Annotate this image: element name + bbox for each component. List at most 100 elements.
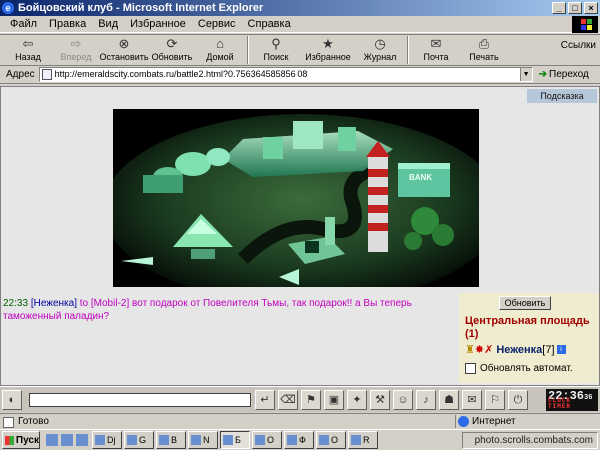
chat-input[interactable] <box>29 392 251 407</box>
task-button[interactable]: O <box>252 431 282 449</box>
eraser-icon[interactable]: ⌫ <box>278 389 298 410</box>
windows-flag-icon <box>5 435 14 445</box>
auto-refresh-toggle[interactable]: Обновлять автомат. <box>465 363 573 374</box>
maximize-button[interactable]: □ <box>568 2 582 14</box>
menu-tools[interactable]: Сервис <box>192 18 242 30</box>
task-button[interactable]: N <box>188 431 218 449</box>
clock-timer: 22:3636 CLOCK TIMER <box>546 389 598 411</box>
page-icon <box>41 69 52 80</box>
flag-icon[interactable]: ⚐ <box>485 389 505 410</box>
task-button[interactable]: R <box>348 431 378 449</box>
standard-toolbar: ⇦ Назад ⇨ Вперед ⊗ Остановить ⟳ Обновить ⌂ До… <box>0 34 600 66</box>
task-button[interactable]: G <box>124 431 154 449</box>
window-title: Бойцовский клуб - Microsoft Internet Exp… <box>18 2 264 14</box>
task-button[interactable]: B <box>156 431 186 449</box>
title-bar: e Бойцовский клуб - Microsoft Internet E… <box>0 0 600 16</box>
task-icon <box>319 435 329 445</box>
go-arrow-icon: ➔ <box>538 69 548 80</box>
search-icon: ⚲ <box>271 36 281 51</box>
address-input[interactable]: http://emeraldscity.combats.ru/battle2.h… <box>38 67 533 82</box>
history-button[interactable]: ◷ Журнал <box>356 35 404 65</box>
favorites-folder-icon: ★ <box>322 36 334 51</box>
home-icon: ⌂ <box>216 36 224 51</box>
page-done-icon <box>3 416 14 428</box>
online-user-name[interactable]: Неженка <box>496 344 542 356</box>
tools-icon[interactable]: ⚒ <box>370 389 390 410</box>
auto-refresh-checkbox[interactable] <box>465 363 476 374</box>
chat-channel-icon[interactable]: ▣ <box>324 389 344 410</box>
chat-recipient[interactable]: [Mobil-2] <box>91 298 129 309</box>
browser-window: e Бойцовский клуб - Microsoft Internet E… <box>0 0 600 450</box>
task-button[interactable]: O <box>316 431 346 449</box>
menu-file[interactable]: Файл <box>4 18 43 30</box>
back-arrow-icon: ⇦ <box>22 36 34 51</box>
quick-launch-desktop-icon[interactable] <box>61 434 73 446</box>
task-icon <box>159 435 169 445</box>
menu-edit[interactable]: Правка <box>43 18 92 30</box>
clock-label: CLOCK TIMER <box>548 397 572 410</box>
filter-icon[interactable]: ⚑ <box>301 389 321 410</box>
search-button[interactable]: ⚲ Поиск <box>252 35 300 65</box>
clan-icon: ♜ <box>465 344 475 356</box>
mail-icon: ✉ <box>430 36 442 51</box>
taskbar: Пуск Dj G B N Б O Ф O R photo.scrolls.co… <box>0 429 600 450</box>
person-icon[interactable]: ☗ <box>439 389 459 410</box>
online-user-row: ♜ ✸ ✗ Неженка [7] i <box>465 343 566 356</box>
bell-icon[interactable]: ♪ <box>416 389 436 410</box>
chat-mode-icon[interactable]: ◐ <box>2 389 22 410</box>
go-button[interactable]: ➔ Переход <box>539 69 589 80</box>
favorites-button[interactable]: ★ Избранное <box>300 35 356 65</box>
menu-help[interactable]: Справка <box>242 18 297 30</box>
map-icon[interactable]: ✉ <box>462 389 482 410</box>
refresh-button[interactable]: ⟳ Обновить <box>148 35 196 65</box>
refresh-icon: ⟳ <box>166 36 178 51</box>
ie-icon: e <box>2 2 14 14</box>
online-user-level: [7] <box>542 343 555 356</box>
windows-logo <box>572 16 598 33</box>
info-icon[interactable]: i <box>556 345 566 354</box>
home-button[interactable]: ⌂ Домой <box>196 35 244 65</box>
printer-icon: ⎙ <box>478 36 490 51</box>
quick-launch-outlook-icon[interactable] <box>76 434 88 446</box>
menu-bar: Файл Правка Вид Избранное Сервис Справка <box>0 16 600 33</box>
minimize-button[interactable]: _ <box>552 2 566 14</box>
task-icon <box>127 435 137 445</box>
bank-sign: BANK <box>409 173 432 182</box>
mail-button[interactable]: ✉ Почта <box>412 35 460 65</box>
zone-text: Интернет <box>472 415 516 427</box>
chat-to-word: to <box>79 298 89 309</box>
back-button[interactable]: ⇦ Назад <box>4 35 52 65</box>
stop-icon: ⊗ <box>118 36 130 51</box>
task-icon <box>255 435 265 445</box>
stop-button[interactable]: ⊗ Остановить <box>99 35 148 65</box>
print-button[interactable]: ⎙ Печать <box>460 35 508 65</box>
status-text: Готово <box>18 415 49 427</box>
task-icon <box>95 435 105 445</box>
menu-view[interactable]: Вид <box>92 18 124 30</box>
auto-refresh-label: Обновлять автомат. <box>480 363 573 374</box>
task-button[interactable]: Ф <box>284 431 314 449</box>
city-map-image[interactable]: BANK <box>113 109 479 287</box>
menu-favorites[interactable]: Избранное <box>124 18 192 30</box>
send-icon[interactable]: ↵ <box>255 389 275 410</box>
fighter-icon[interactable]: ✦ <box>347 389 367 410</box>
links-button[interactable]: Ссылки <box>561 40 596 51</box>
history-icon: ◷ <box>374 36 386 51</box>
chat-sender[interactable]: [Неженка] <box>31 298 77 309</box>
task-icon <box>191 435 201 445</box>
forward-button[interactable]: ⇨ Вперед <box>52 35 100 65</box>
address-dropdown-icon[interactable]: ▼ <box>519 68 532 81</box>
quick-launch <box>46 434 88 446</box>
hint-button[interactable]: Подсказка <box>527 89 597 103</box>
task-button-active[interactable]: Б <box>220 431 250 449</box>
quick-launch-ie-icon[interactable] <box>46 434 58 446</box>
online-panel: Обновить Центральная площадь (1) ♜ ✸ ✗ Н… <box>459 293 599 383</box>
task-icon <box>223 435 233 445</box>
close-button[interactable]: × <box>584 2 598 14</box>
tray-text: photo.scrolls.combats.com <box>474 435 593 446</box>
task-button[interactable]: Dj <box>92 431 122 449</box>
exit-icon[interactable]: ⏻ <box>508 389 528 410</box>
panel-refresh-button[interactable]: Обновить <box>499 296 551 310</box>
start-button[interactable]: Пуск <box>2 431 40 449</box>
smiley-icon[interactable]: ☺ <box>393 389 413 410</box>
